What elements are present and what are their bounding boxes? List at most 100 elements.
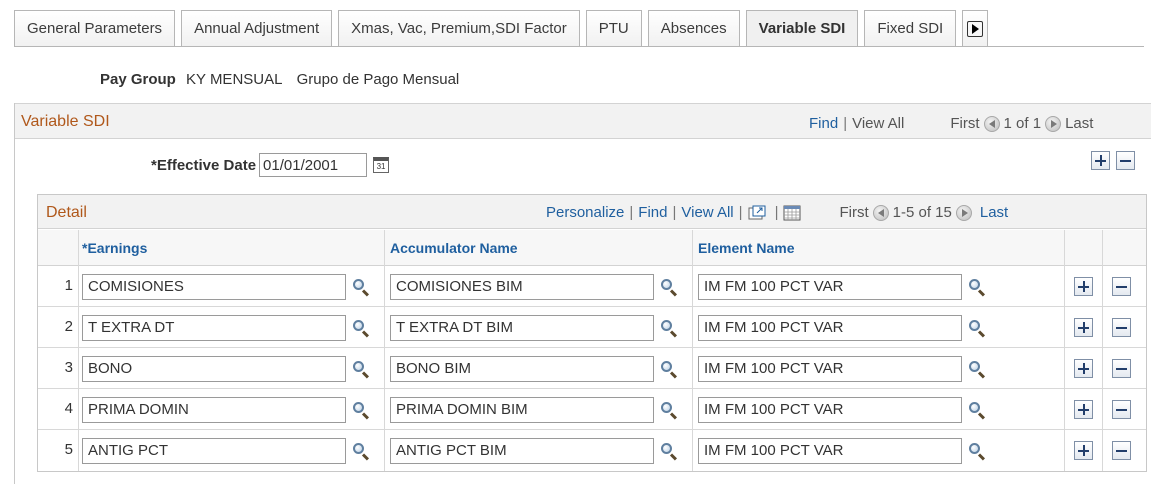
add-row-button[interactable] <box>1091 151 1110 170</box>
add-row-button[interactable] <box>1074 441 1093 460</box>
last-label: Last <box>1065 115 1094 132</box>
element-field[interactable]: IM FM 100 PCT VAR <box>698 274 962 300</box>
previous-icon[interactable] <box>872 204 889 221</box>
delete-row-button[interactable] <box>1116 151 1135 170</box>
new-window-icon[interactable] <box>748 205 766 221</box>
last-link[interactable]: Last <box>980 204 1008 221</box>
element-field[interactable]: IM FM 100 PCT VAR <box>698 315 962 341</box>
view-all-link[interactable]: View All <box>852 115 904 132</box>
earnings-field[interactable]: T EXTRA DT <box>82 315 346 341</box>
tab-bar: General Parameters Annual Adjustment Xma… <box>14 10 994 46</box>
next-icon[interactable] <box>1045 115 1062 132</box>
element-field[interactable]: IM FM 100 PCT VAR <box>698 438 962 464</box>
lookup-icon[interactable] <box>660 278 678 297</box>
effective-date-label: *Effective Date <box>151 156 257 174</box>
row-number: 4 <box>64 400 73 417</box>
first-label: First <box>950 115 980 132</box>
accumulator-field[interactable]: PRIMA DOMIN BIM <box>390 397 654 423</box>
grid-download-icon[interactable] <box>783 205 801 221</box>
separator: | <box>843 115 848 132</box>
delete-row-button[interactable] <box>1112 277 1131 296</box>
tab-absences[interactable]: Absences <box>647 10 740 46</box>
lookup-icon[interactable] <box>660 442 678 461</box>
element-field[interactable]: IM FM 100 PCT VAR <box>698 356 962 382</box>
add-row-button[interactable] <box>1074 277 1093 296</box>
delete-row-button[interactable] <box>1112 441 1131 460</box>
earnings-field[interactable]: ANTIG PCT <box>82 438 346 464</box>
delete-row-button[interactable] <box>1112 400 1131 419</box>
table-row: 1 COMISIONES COMISIONES BIM IM FM 100 PC… <box>38 266 1146 307</box>
effective-date-row: *Effective Date 31 <box>151 153 390 177</box>
lookup-icon[interactable] <box>660 360 678 379</box>
element-field[interactable]: IM FM 100 PCT VAR <box>698 397 962 423</box>
lookup-icon[interactable] <box>660 319 678 338</box>
variable-sdi-section: Variable SDI Find | View All First 1 of … <box>14 103 1151 484</box>
tab-annual-adjustment[interactable]: Annual Adjustment <box>181 10 333 46</box>
detail-header: Detail Personalize | Find | View All | | <box>38 195 1146 229</box>
accumulator-field[interactable]: T EXTRA DT BIM <box>390 315 654 341</box>
accumulator-field[interactable]: COMISIONES BIM <box>390 274 654 300</box>
tab-label: General Parameters <box>27 20 163 37</box>
lookup-icon[interactable] <box>968 442 986 461</box>
lookup-icon[interactable] <box>352 401 370 420</box>
effective-date-input[interactable] <box>259 153 368 177</box>
table-row: 3 BONO BONO BIM IM FM 100 PCT VAR <box>38 348 1146 389</box>
tab-ptu[interactable]: PTU <box>585 10 642 46</box>
tab-label: Variable SDI <box>758 20 846 37</box>
tab-variable-sdi[interactable]: Variable SDI <box>745 10 859 46</box>
tab-divider <box>14 46 1144 47</box>
pay-group-label: Pay Group <box>100 71 176 88</box>
lookup-icon[interactable] <box>660 401 678 420</box>
delete-row-button[interactable] <box>1112 359 1131 378</box>
lookup-icon[interactable] <box>352 319 370 338</box>
tab-general-parameters[interactable]: General Parameters <box>14 10 176 46</box>
pay-group-description: Grupo de Pago Mensual <box>296 71 460 88</box>
row-count: 1 of 1 <box>1003 115 1042 132</box>
separator: | <box>629 204 634 221</box>
pay-group-row: Pay Group KY MENSUAL Grupo de Pago Mensu… <box>100 71 459 88</box>
lookup-icon[interactable] <box>352 278 370 297</box>
accumulator-field[interactable]: ANTIG PCT BIM <box>390 438 654 464</box>
previous-icon[interactable] <box>983 115 1000 132</box>
earnings-field[interactable]: COMISIONES <box>82 274 346 300</box>
lookup-icon[interactable] <box>968 319 986 338</box>
row-number: 3 <box>64 359 73 376</box>
find-link[interactable]: Find <box>809 115 838 132</box>
find-link[interactable]: Find <box>638 204 667 221</box>
personalize-link[interactable]: Personalize <box>546 204 624 221</box>
table-row: 4 PRIMA DOMIN PRIMA DOMIN BIM IM FM 100 … <box>38 389 1146 430</box>
lookup-icon[interactable] <box>968 278 986 297</box>
calendar-icon[interactable]: 31 <box>373 157 390 173</box>
add-row-button[interactable] <box>1074 400 1093 419</box>
element-column-header[interactable]: Element Name <box>698 240 794 256</box>
tab-fixed-sdi[interactable]: Fixed SDI <box>864 10 957 46</box>
tab-scroll-right-button[interactable] <box>962 10 989 46</box>
first-label: First <box>839 204 869 221</box>
accumulator-field[interactable]: BONO BIM <box>390 356 654 382</box>
earnings-column-header[interactable]: *Earnings <box>82 240 147 256</box>
lookup-icon[interactable] <box>968 401 986 420</box>
earnings-field[interactable]: PRIMA DOMIN <box>82 397 346 423</box>
accumulator-column-header[interactable]: Accumulator Name <box>390 240 518 256</box>
tab-label: Absences <box>660 20 727 37</box>
lookup-icon[interactable] <box>968 360 986 379</box>
next-icon[interactable] <box>955 204 972 221</box>
lookup-icon[interactable] <box>352 360 370 379</box>
row-number: 2 <box>64 318 73 335</box>
variable-sdi-title: Variable SDI <box>21 113 110 130</box>
add-row-button[interactable] <box>1074 359 1093 378</box>
earnings-field[interactable]: BONO <box>82 356 346 382</box>
separator: | <box>774 204 779 221</box>
add-row-button[interactable] <box>1074 318 1093 337</box>
row-range: 1-5 of 15 <box>892 204 952 221</box>
tab-xmas-vac-premium[interactable]: Xmas, Vac, Premium,SDI Factor <box>338 10 580 46</box>
variable-sdi-nav: Find | View All First 1 of 1 Last <box>809 115 1093 132</box>
row-number: 1 <box>64 277 73 294</box>
table-row: 2 T EXTRA DT T EXTRA DT BIM IM FM 100 PC… <box>38 307 1146 348</box>
lookup-icon[interactable] <box>352 442 370 461</box>
row-number: 5 <box>64 441 73 458</box>
view-all-link[interactable]: View All <box>681 204 733 221</box>
pay-group-code: KY MENSUAL <box>186 71 283 88</box>
detail-title: Detail <box>46 204 87 221</box>
delete-row-button[interactable] <box>1112 318 1131 337</box>
